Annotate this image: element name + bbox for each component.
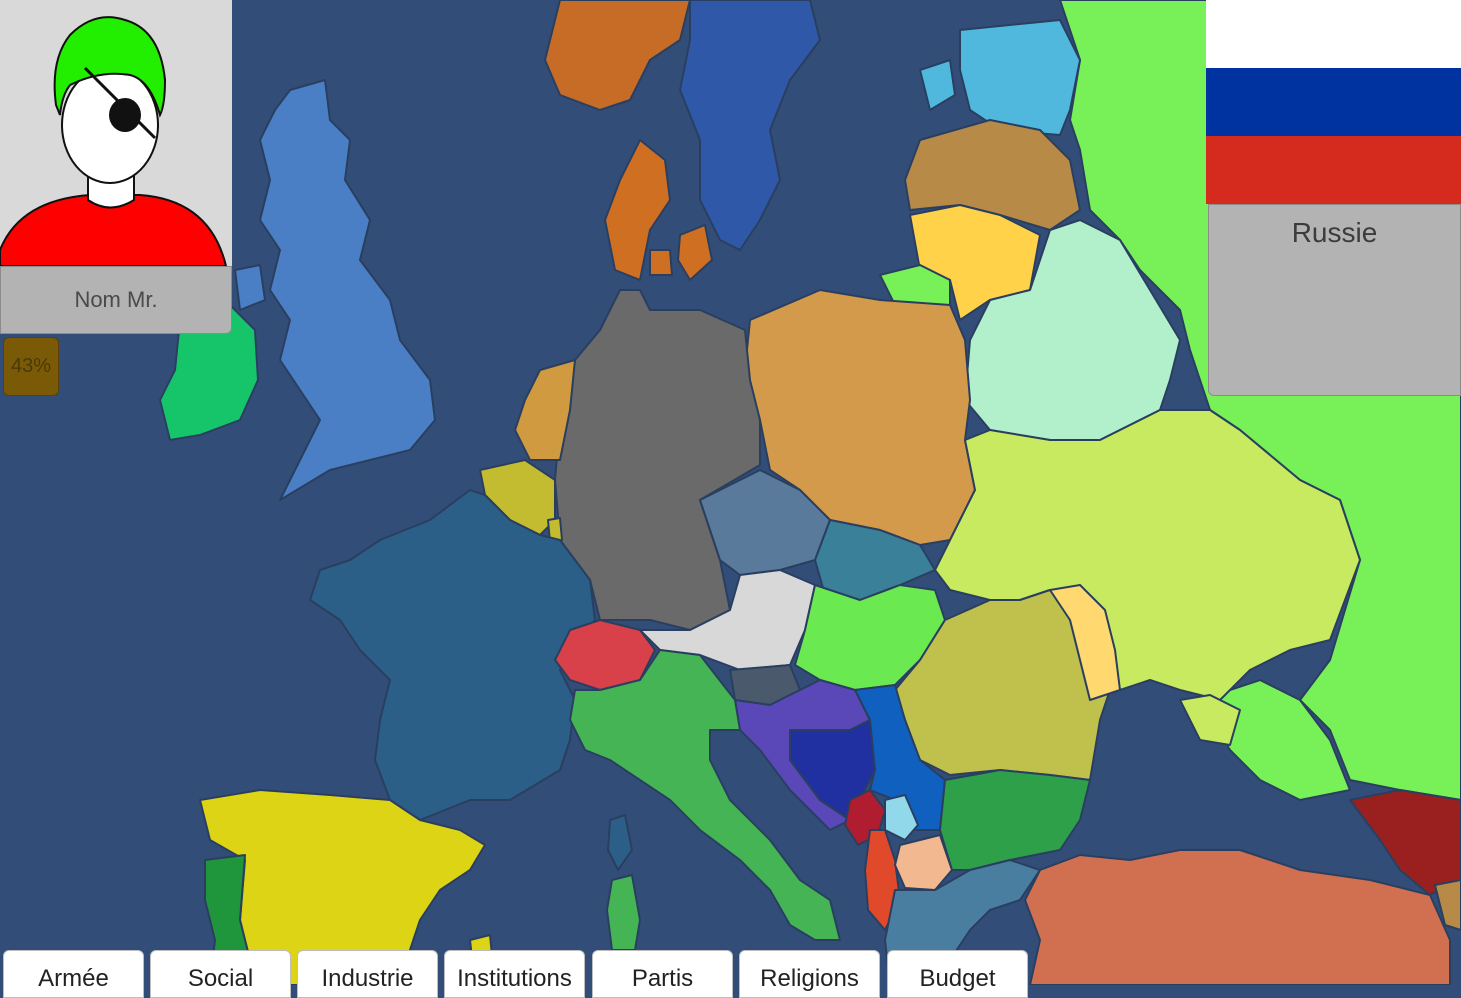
country-flag[interactable] xyxy=(1206,0,1461,204)
tab-institutions[interactable]: Institutions xyxy=(444,950,585,998)
tab-partis[interactable]: Partis xyxy=(592,950,733,998)
flag-stripe-2 xyxy=(1206,68,1461,136)
approval-badge: 43% xyxy=(3,337,59,396)
country-panel[interactable]: Russie xyxy=(1208,204,1461,396)
tab-industrie[interactable]: Industrie xyxy=(297,950,438,998)
flag-stripe-1 xyxy=(1206,0,1461,68)
tab-religions[interactable]: Religions xyxy=(739,950,880,998)
leader-avatar xyxy=(0,16,228,266)
flag-stripe-3 xyxy=(1206,136,1461,204)
tab-social[interactable]: Social xyxy=(150,950,291,998)
tab-budget[interactable]: Budget xyxy=(887,950,1028,998)
leader-portrait[interactable] xyxy=(0,0,232,266)
country-name: Russie xyxy=(1291,217,1378,248)
leader-name[interactable]: Nom Mr. xyxy=(0,266,232,334)
eyepatch-icon xyxy=(109,98,141,132)
tab-armee[interactable]: Armée xyxy=(3,950,144,998)
bottom-tab-bar: Armée Social Industrie Institutions Part… xyxy=(0,950,1040,998)
